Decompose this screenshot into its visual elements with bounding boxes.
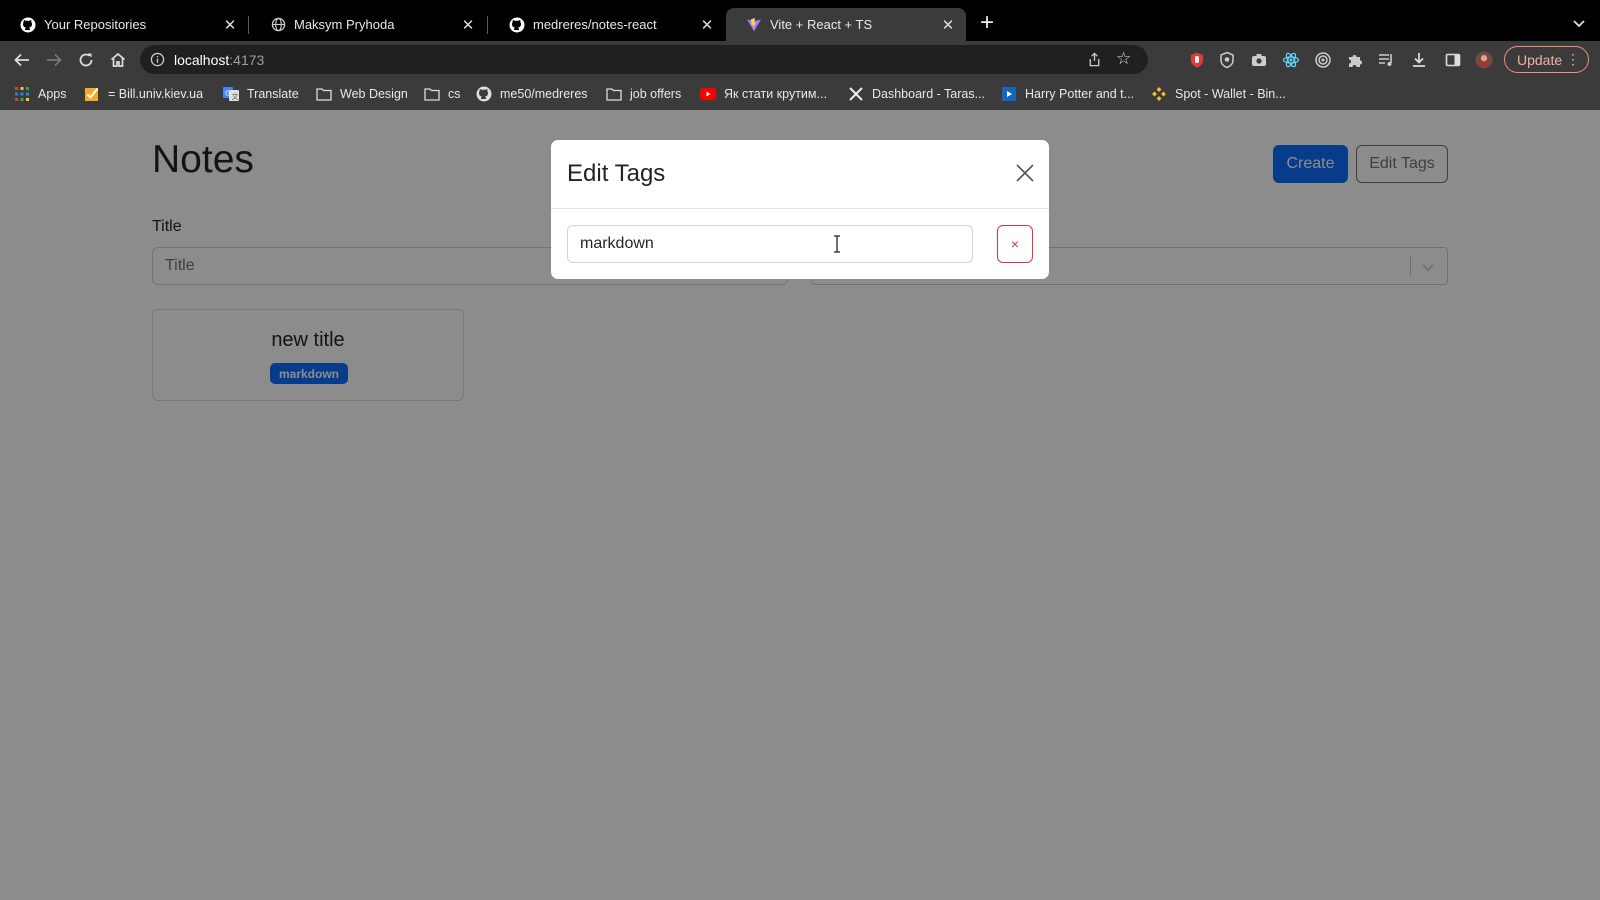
media-queue-icon[interactable]	[1377, 51, 1395, 69]
tab-title: Vite + React + TS	[770, 17, 873, 32]
bookmark-label: Harry Potter and t...	[1025, 87, 1135, 101]
bookmark-label: Web Design	[340, 87, 408, 101]
bookmark-label: = Bill.univ.kiev.ua	[108, 87, 204, 101]
reload-button[interactable]	[76, 50, 96, 70]
url-host: localhost	[174, 52, 230, 68]
update-label: Update	[1517, 51, 1563, 68]
bookmark-me50-medreres[interactable]: me50/medreres	[476, 85, 588, 103]
close-tab-icon[interactable]: ✕	[460, 17, 476, 34]
bookmark-label: Apps	[38, 87, 67, 101]
delete-tag-button[interactable]: ×	[997, 225, 1033, 263]
url-port: :4173	[229, 52, 265, 68]
forward-arrow-icon	[47, 53, 62, 67]
tab-your-repositories[interactable]: Your Repositories ✕	[0, 8, 248, 41]
video-icon	[1001, 86, 1017, 102]
bookmark-harry-potter[interactable]: Harry Potter and t...	[1001, 85, 1134, 103]
extensions-puzzle-icon[interactable]	[1346, 51, 1364, 69]
bookmark-label: Spot - Wallet - Bin...	[1175, 87, 1286, 101]
apps-grid-icon	[14, 86, 30, 102]
bookmark-web-design[interactable]: Web Design	[316, 85, 408, 103]
tab-maksym-pryhoda[interactable]: Maksym Pryhoda ✕	[250, 8, 486, 41]
browser-tab-strip: Your Repositories ✕ Maksym Pryhoda ✕ med…	[0, 0, 1600, 41]
bookmark-dashboard-taras[interactable]: Dashboard - Taras...	[848, 85, 985, 103]
close-tab-icon[interactable]: ✕	[222, 17, 238, 34]
update-chrome-button[interactable]: Update ⋮	[1504, 46, 1589, 73]
bookmark-cs[interactable]: cs	[424, 85, 461, 103]
bookmark-label: job offers	[630, 87, 682, 101]
close-icon[interactable]	[1015, 163, 1035, 183]
github-icon	[509, 17, 525, 33]
tab-title: Your Repositories	[44, 17, 147, 32]
tab-vite-react-ts[interactable]: Vite + React + TS ✕	[726, 8, 966, 41]
edit-tags-modal: Edit Tags markdown ×	[551, 140, 1049, 279]
share-icon[interactable]	[1087, 52, 1102, 67]
target-extension-icon[interactable]	[1314, 51, 1332, 69]
x-icon	[848, 86, 864, 102]
react-devtools-icon[interactable]	[1282, 51, 1300, 69]
home-icon	[110, 52, 126, 67]
github-icon	[20, 17, 36, 33]
checkbox-icon	[84, 86, 100, 102]
profile-avatar-icon[interactable]	[1475, 51, 1493, 69]
more-menu-icon[interactable]: ⋮	[1566, 51, 1580, 67]
download-icon[interactable]	[1410, 51, 1428, 69]
tab-medreres-notes-react[interactable]: medreres/notes-react ✕	[489, 8, 725, 41]
translate-icon: G文	[223, 86, 239, 102]
bookmark-youtube-video[interactable]: Як стати крутим...	[700, 85, 827, 103]
folder-icon	[424, 86, 440, 102]
folder-icon	[606, 86, 622, 102]
bookmark-job-offers[interactable]: job offers	[606, 85, 681, 103]
bookmark-spot-wallet[interactable]: Spot - Wallet - Bin...	[1151, 85, 1286, 103]
ublock-extension-icon[interactable]	[1188, 51, 1206, 69]
bookmarks-bar: Apps = Bill.univ.kiev.ua G文 Translate We…	[0, 78, 1600, 110]
bookmark-label: cs	[448, 87, 461, 101]
url-text: localhost:4173	[174, 52, 264, 68]
binance-icon	[1151, 86, 1167, 102]
svg-text:G: G	[225, 90, 230, 98]
tab-separator	[487, 16, 488, 34]
bookmark-label: me50/medreres	[500, 87, 588, 101]
forward-button[interactable]	[44, 50, 64, 70]
tag-name-input[interactable]: markdown	[567, 225, 973, 263]
camera-extension-icon[interactable]	[1250, 51, 1268, 69]
bookmark-label: Translate	[247, 87, 299, 101]
home-button[interactable]	[108, 50, 128, 70]
close-tab-icon[interactable]: ✕	[699, 17, 715, 34]
bookmark-star-icon[interactable]: ☆	[1116, 50, 1134, 68]
new-tab-button[interactable]: +	[976, 11, 998, 35]
bookmark-bill-univ[interactable]: = Bill.univ.kiev.ua	[84, 85, 203, 103]
site-info-icon[interactable]	[150, 52, 165, 67]
vite-icon	[746, 17, 762, 33]
side-panel-icon[interactable]	[1444, 51, 1462, 69]
tab-search-chevron-icon[interactable]	[1570, 14, 1588, 32]
bookmark-apps[interactable]: Apps	[14, 85, 67, 103]
address-bar[interactable]: localhost:4173 ☆	[140, 45, 1148, 74]
github-icon	[476, 86, 492, 102]
globe-icon	[270, 17, 286, 33]
tab-title: medreres/notes-react	[533, 17, 657, 32]
tab-title: Maksym Pryhoda	[294, 17, 395, 32]
text-cursor-icon	[832, 235, 842, 253]
bookmark-label: Dashboard - Taras...	[872, 87, 986, 101]
browser-toolbar: localhost:4173 ☆ Update ⋮	[0, 41, 1600, 78]
svg-text:文: 文	[232, 92, 239, 101]
back-button[interactable]	[12, 50, 32, 70]
tab-separator	[248, 16, 249, 34]
modal-header: Edit Tags	[551, 140, 1049, 209]
folder-icon	[316, 86, 332, 102]
tag-value: markdown	[580, 235, 654, 252]
modal-title: Edit Tags	[567, 160, 666, 187]
back-arrow-icon	[14, 53, 29, 67]
bookmark-label: Як стати крутим...	[724, 87, 827, 101]
reload-icon	[79, 53, 93, 67]
youtube-icon	[700, 86, 716, 102]
bookmark-translate[interactable]: G文 Translate	[223, 85, 299, 103]
shield-extension-icon[interactable]	[1218, 51, 1236, 69]
close-tab-icon[interactable]: ✕	[940, 17, 956, 34]
